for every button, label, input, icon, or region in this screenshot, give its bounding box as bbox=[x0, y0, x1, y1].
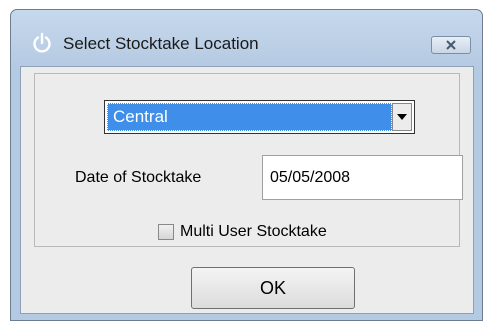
dialog-content: Central Date of Stocktake 05/05/2008 Mul… bbox=[20, 66, 474, 314]
close-icon bbox=[446, 40, 456, 50]
dialog-window: Select Stocktake Location Central Date o… bbox=[10, 9, 483, 321]
multi-user-checkbox[interactable] bbox=[158, 224, 174, 240]
multi-user-label[interactable]: Multi User Stocktake bbox=[180, 223, 327, 241]
title-bar[interactable]: Select Stocktake Location bbox=[11, 10, 482, 65]
power-icon bbox=[31, 32, 53, 54]
window-title: Select Stocktake Location bbox=[63, 34, 259, 53]
close-button[interactable] bbox=[431, 36, 471, 54]
options-group: Central Date of Stocktake 05/05/2008 Mul… bbox=[34, 73, 463, 247]
location-dropdown[interactable]: Central bbox=[104, 100, 415, 134]
date-field[interactable]: 05/05/2008 bbox=[262, 155, 463, 200]
location-selected-value: Central bbox=[107, 103, 392, 131]
dropdown-button[interactable] bbox=[392, 103, 412, 131]
date-label: Date of Stocktake bbox=[75, 169, 202, 186]
ok-button[interactable]: OK bbox=[191, 267, 355, 309]
chevron-down-icon bbox=[397, 114, 407, 120]
